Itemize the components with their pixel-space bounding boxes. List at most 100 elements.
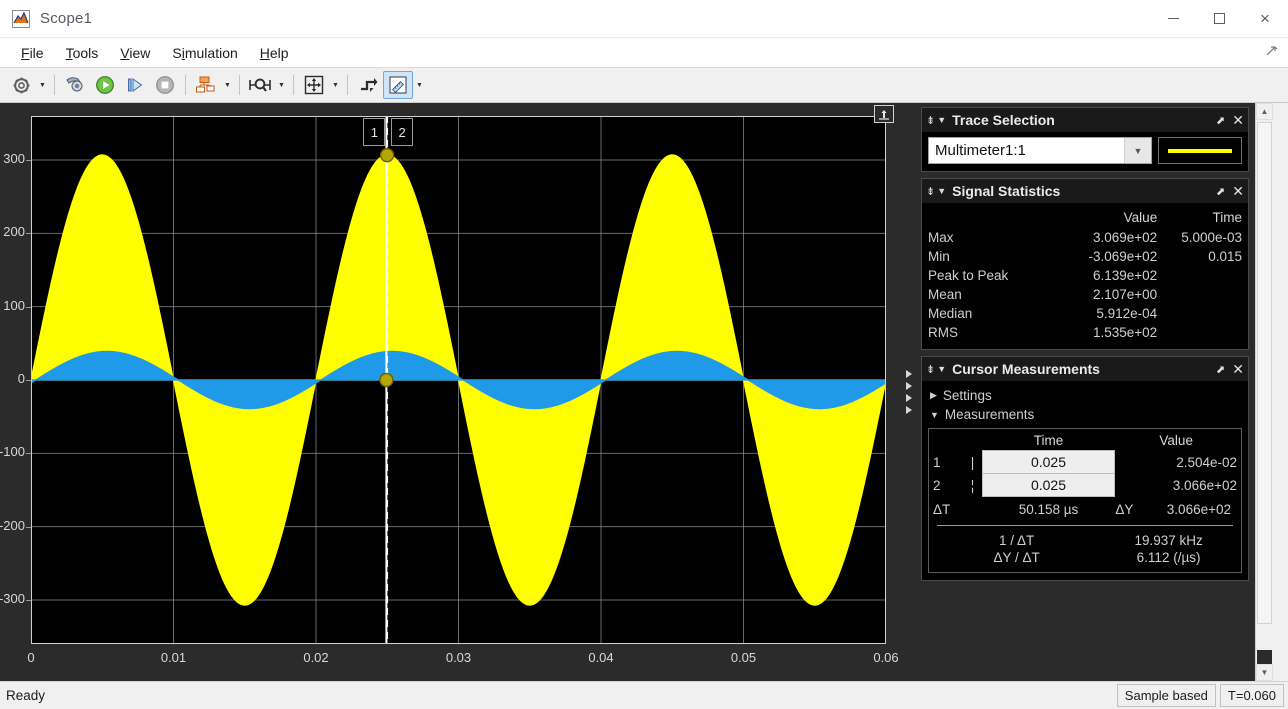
maximize-button[interactable]	[1196, 0, 1242, 37]
cursor-tag-1[interactable]: 1	[363, 118, 386, 146]
pin-icon[interactable]: ⇟	[926, 363, 935, 376]
x-tick-label: 0.01	[160, 650, 187, 665]
stop-icon[interactable]	[150, 71, 180, 99]
stat-time: 5.000e-03	[1181, 230, 1242, 245]
measurements-dropdown-arrow[interactable]: ▼	[413, 72, 426, 98]
vertical-scrollbar[interactable]: ▲ ▼	[1255, 103, 1273, 681]
cursor-index: 2	[933, 478, 941, 493]
caret-down-icon[interactable]: ▼	[937, 115, 946, 125]
scrollbar-track[interactable]	[1256, 120, 1273, 664]
cursor-measurements-body: ▶ Settings ▼ Measurements Time Value 1 |…	[922, 381, 1248, 580]
cursor-time-cell[interactable]: 0.025	[981, 474, 1116, 497]
close-button[interactable]: ×	[1242, 0, 1288, 37]
close-icon[interactable]: ✕	[1232, 361, 1244, 378]
chevron-down-icon[interactable]: ▼	[1124, 138, 1151, 163]
y-tick-label: 200	[3, 224, 25, 240]
cursor-index: 1	[933, 454, 941, 470]
matlab-scope-icon	[12, 9, 30, 28]
delta-y-value: 3.066e+02	[1166, 502, 1231, 517]
col-time: Time	[1212, 210, 1243, 225]
divider	[937, 525, 1233, 526]
stat-value: 2.107e+00	[1093, 287, 1158, 302]
close-icon[interactable]: ✕	[1232, 112, 1244, 129]
cursor-time-cell[interactable]: 0.025	[981, 450, 1116, 474]
cursor-tag-2[interactable]: 2	[391, 118, 414, 146]
measurements-icon[interactable]	[383, 71, 413, 99]
caret-down-icon[interactable]: ▼	[937, 186, 946, 196]
ratio-label: ΔY / ΔT	[993, 550, 1040, 565]
trace-select-dropdown[interactable]: Multimeter1:1 ▼	[928, 137, 1152, 164]
cursor-measurements-icon[interactable]	[245, 71, 275, 99]
scope-window: Scope1 × File Tools View Simulation Help…	[0, 0, 1288, 709]
layout-icon[interactable]	[191, 71, 221, 99]
delta-y-label: ΔY	[1115, 502, 1134, 517]
configuration-dropdown-arrow[interactable]: ▼	[36, 72, 49, 98]
menu-file[interactable]: File	[10, 42, 55, 64]
measurements-label: Measurements	[944, 407, 1035, 422]
y-tick-mark	[26, 380, 31, 381]
stat-label: RMS	[928, 325, 958, 340]
plot-region: 1 2 300 200 100 0 -100 -200 -300 0 0.01 0.02 0.03…	[0, 103, 903, 681]
trace-selection-panel: ⇟ ▼ Trace Selection ⬈ ✕ Multimeter1:1 ▼	[921, 107, 1249, 172]
layout-dropdown-arrow[interactable]: ▼	[221, 72, 234, 98]
menu-help[interactable]: Help	[249, 42, 300, 64]
table-row: ΔT 50.158 µs ΔY 3.066e+02	[933, 497, 1237, 517]
splitter-arrow-icon	[906, 406, 912, 414]
menu-view[interactable]: View	[109, 42, 161, 64]
y-tick-mark	[26, 306, 31, 308]
panel-splitter[interactable]	[903, 103, 915, 681]
splitter-arrow-icon	[906, 370, 912, 378]
trace-color-preview[interactable]	[1158, 137, 1242, 164]
cursor-value: 2.504e-02	[1176, 454, 1237, 470]
menu-simulation[interactable]: Simulation	[161, 42, 248, 64]
stat-time	[1157, 285, 1242, 304]
run-icon[interactable]	[90, 71, 120, 99]
pin-icon[interactable]: ⇟	[926, 185, 935, 198]
stat-value: 6.139e+02	[1093, 268, 1158, 283]
stat-time	[1157, 266, 1242, 285]
cursor-measurements-dropdown-arrow[interactable]: ▼	[275, 72, 288, 98]
zoom-fit-dropdown-arrow[interactable]: ▼	[329, 72, 342, 98]
toolbar-separator	[185, 75, 186, 95]
axes-canvas[interactable]	[31, 116, 886, 644]
window-title: Scope1	[40, 10, 93, 27]
measurements-toggle[interactable]: ▼ Measurements	[928, 405, 1242, 424]
chart-svg	[31, 116, 886, 644]
delta-row-group: ΔT 50.158 µs ΔY 3.066e+02	[933, 497, 1237, 517]
cursor-measurements-title: Cursor Measurements	[952, 361, 1100, 377]
cursor-time-input[interactable]: 0.025	[981, 450, 1116, 474]
menu-tools[interactable]: Tools	[55, 42, 110, 64]
pin-icon[interactable]: ⇟	[926, 114, 935, 127]
caret-right-icon: ▶	[930, 390, 937, 400]
scroll-down-button[interactable]: ▼	[1256, 664, 1273, 681]
table-header-row: Time Value	[933, 432, 1237, 450]
zoom-fit-icon[interactable]	[299, 71, 329, 99]
caret-down-icon[interactable]: ▼	[937, 364, 946, 374]
trigger-icon[interactable]	[353, 71, 383, 99]
configuration-properties-icon[interactable]	[6, 71, 36, 99]
table-row: RMS 1.535e+02	[928, 323, 1242, 342]
table-row: 1 | 0.025 2.504e-02	[933, 450, 1237, 474]
simulink-model-icon[interactable]	[60, 71, 90, 99]
trace-selection-body: Multimeter1:1 ▼	[922, 132, 1248, 171]
table-row: 2 ¦ 0.025 3.066e+02	[933, 474, 1237, 497]
stat-time: 0.015	[1208, 249, 1242, 264]
undock-icon[interactable]: ⬈	[1216, 114, 1225, 127]
scroll-up-button[interactable]: ▲	[1256, 103, 1273, 120]
cursor-measurements-table: Time Value 1 | 0.025 2.504e-02 2 ¦ 0.025 3.066e…	[933, 432, 1237, 517]
expand-menu-icon[interactable]	[1264, 44, 1280, 60]
cursor-time-input[interactable]: 0.025	[981, 474, 1116, 497]
minimize-button[interactable]	[1150, 0, 1196, 37]
x-tick-label: 0.04	[588, 650, 614, 665]
cursor-style-marker: |	[970, 454, 975, 470]
settings-toggle[interactable]: ▶ Settings	[928, 386, 1242, 405]
step-forward-icon[interactable]	[120, 71, 150, 99]
close-icon[interactable]: ✕	[1232, 183, 1244, 200]
status-bar: Ready Sample based T=0.060	[0, 681, 1288, 709]
undock-icon[interactable]: ⬈	[1216, 363, 1225, 376]
undock-icon[interactable]: ⬈	[1216, 185, 1225, 198]
table-row: Min -3.069e+02 0.015	[928, 247, 1242, 266]
maximize-axes-icon[interactable]	[874, 105, 894, 123]
scrollbar-thumb[interactable]	[1257, 122, 1272, 625]
col-value: Value	[1159, 433, 1193, 448]
